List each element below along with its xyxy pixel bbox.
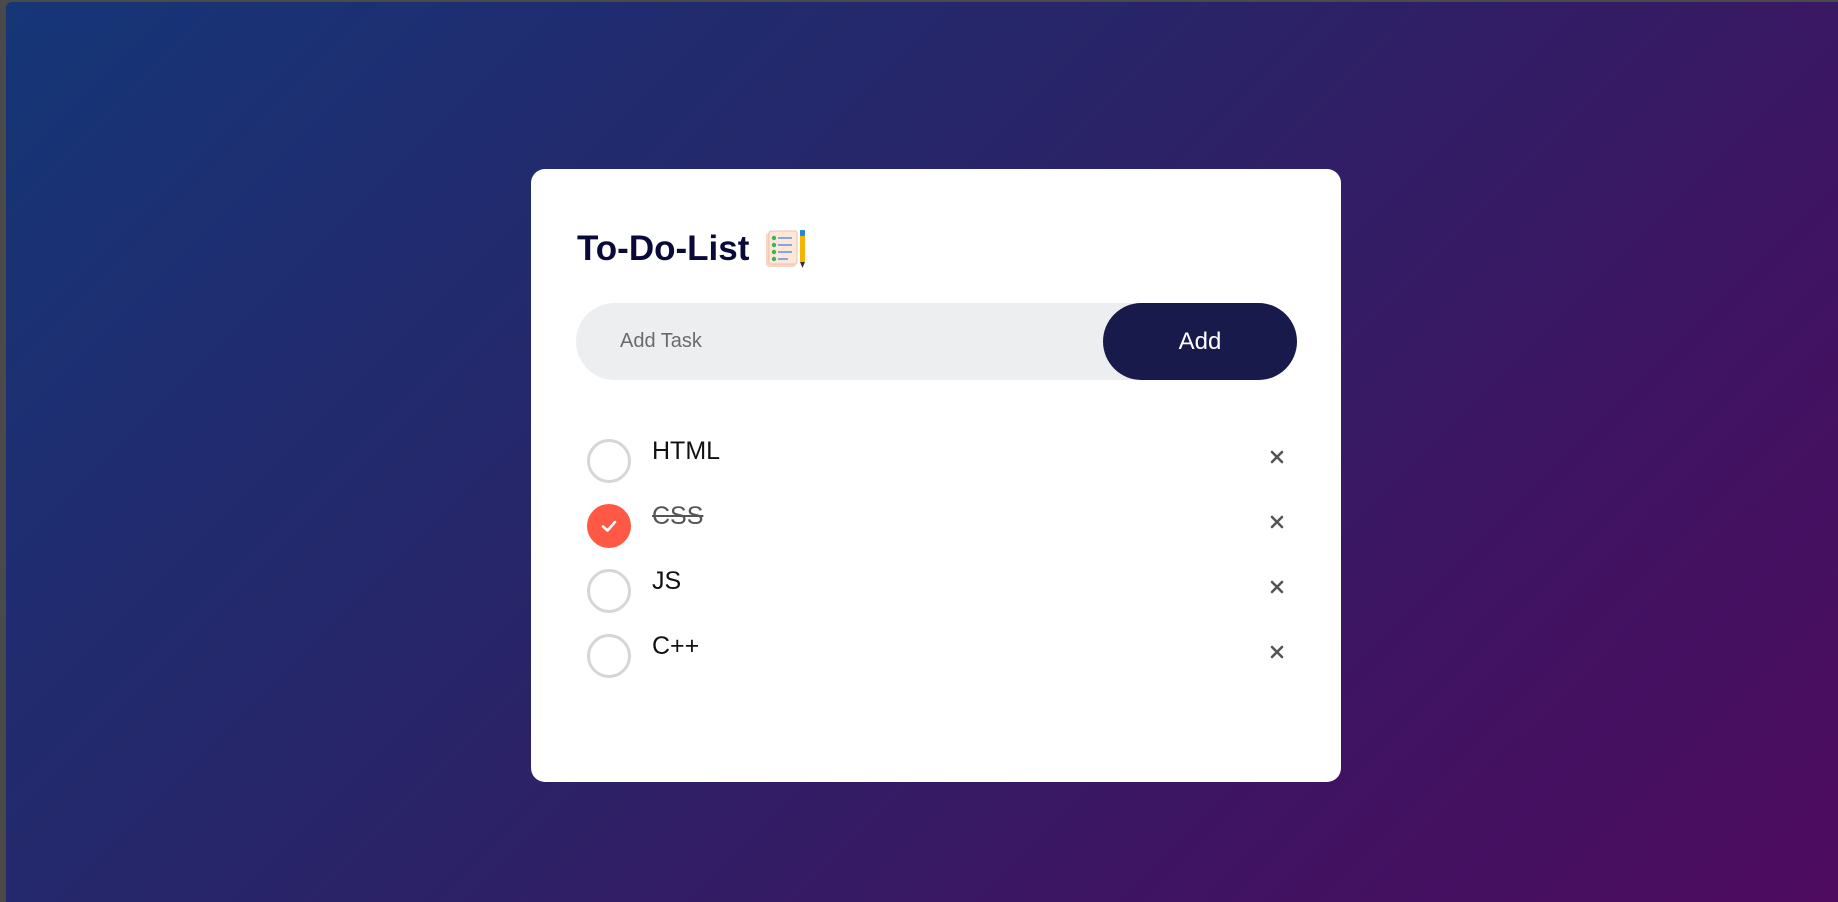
task-checkbox[interactable] [587,634,631,678]
task-item-cpp[interactable]: C++ [587,626,1297,691]
close-icon[interactable] [1257,632,1297,672]
title-row: To-Do-List [577,225,807,273]
close-icon[interactable] [1257,502,1297,542]
todo-card: To-Do-List Add Task Add HTML CSS JS C++ [531,169,1341,782]
checkmark-icon [601,520,617,532]
add-button[interactable]: Add [1103,303,1297,380]
add-task-input[interactable] [576,303,1103,380]
add-task-bar: Add [576,303,1297,380]
task-label: C++ [652,632,700,660]
task-item-html[interactable]: HTML [587,431,1297,496]
task-item-css[interactable]: CSS [587,496,1297,561]
page-background: To-Do-List Add Task Add HTML CSS JS C++ [6,2,1838,902]
app-title: To-Do-List [577,229,750,268]
task-checkbox[interactable] [587,439,631,483]
task-list: HTML CSS JS C++ [587,431,1297,691]
close-icon[interactable] [1257,437,1297,477]
notepad-checklist-icon [763,228,807,270]
task-label: HTML [652,437,721,465]
close-icon[interactable] [1257,567,1297,607]
task-item-js[interactable]: JS [587,561,1297,626]
task-checkbox[interactable] [587,569,631,613]
task-checkbox[interactable] [587,504,631,548]
task-label: CSS [652,502,704,530]
task-label: JS [652,567,682,595]
